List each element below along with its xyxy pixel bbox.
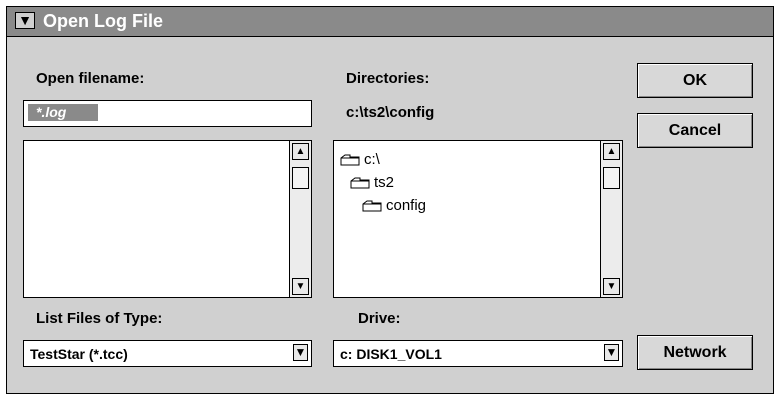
directory-item-label: ts2: [374, 174, 395, 191]
ok-button[interactable]: OK: [637, 63, 753, 98]
folder-icon: [340, 154, 360, 166]
drive-select[interactable]: c: DISK1_VOL1 ▼: [333, 340, 623, 367]
directory-item-label: c:\: [364, 151, 380, 168]
directory-item-label: config: [386, 197, 427, 214]
file-type-label: List Files of Type:: [36, 310, 163, 327]
file-type-value: TestStar (*.tcc): [30, 346, 128, 362]
drive-value: c: DISK1_VOL1: [340, 346, 442, 362]
folder-icon: [350, 177, 370, 189]
directory-item[interactable]: c:\: [340, 151, 380, 169]
title-bar: ▼ Open Log File: [7, 7, 773, 37]
scroll-thumb[interactable]: [603, 167, 620, 189]
scroll-thumb[interactable]: [292, 167, 309, 189]
network-button[interactable]: Network: [637, 335, 753, 370]
system-menu-icon[interactable]: ▼: [15, 12, 35, 29]
files-listbox[interactable]: ▲ ▼: [23, 140, 312, 298]
chevron-down-icon[interactable]: ▼: [293, 344, 308, 361]
directories-scrollbar[interactable]: ▲ ▼: [600, 141, 622, 297]
open-log-file-dialog: ▼ Open Log File Open filename: *.log ▲ ▼…: [6, 6, 774, 394]
filename-input[interactable]: *.log: [23, 100, 312, 127]
open-filename-label: Open filename:: [36, 70, 145, 87]
chevron-down-icon[interactable]: ▼: [604, 344, 619, 361]
directory-item[interactable]: ts2: [350, 174, 394, 192]
files-scrollbar[interactable]: ▲ ▼: [289, 141, 311, 297]
scroll-down-icon[interactable]: ▼: [292, 278, 309, 295]
directories-label: Directories:: [346, 70, 430, 87]
directory-item[interactable]: config: [362, 197, 426, 215]
window-title: Open Log File: [43, 11, 163, 31]
folder-icon: [362, 200, 382, 212]
cancel-button[interactable]: Cancel: [637, 113, 753, 148]
directories-listbox[interactable]: c:\ ts2 config ▲ ▼: [333, 140, 623, 298]
scroll-up-icon[interactable]: ▲: [292, 143, 309, 160]
file-type-select[interactable]: TestStar (*.tcc) ▼: [23, 340, 312, 367]
scroll-down-icon[interactable]: ▼: [603, 278, 620, 295]
drive-label: Drive:: [358, 310, 401, 327]
filename-value: *.log: [28, 104, 98, 121]
scroll-up-icon[interactable]: ▲: [603, 143, 620, 160]
current-directory-path: c:\ts2\config: [346, 104, 435, 121]
